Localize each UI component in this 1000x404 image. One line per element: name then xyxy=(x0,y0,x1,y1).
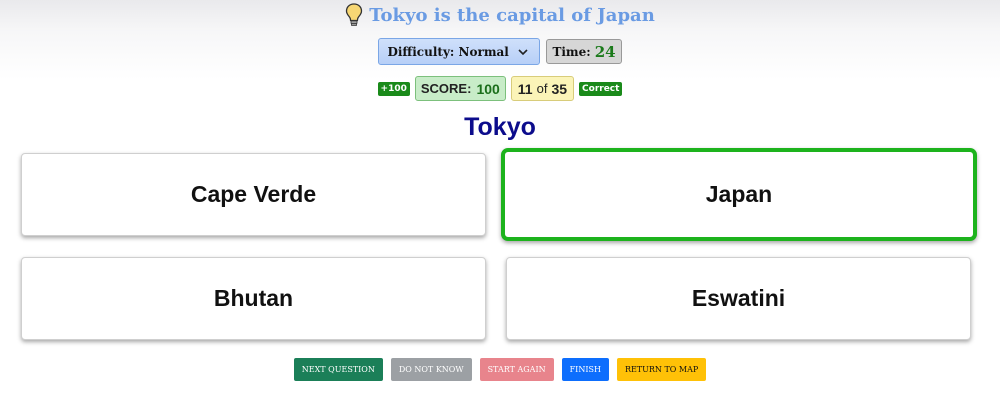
difficulty-select[interactable]: Difficulty: Normal xyxy=(378,38,541,65)
points-gain-badge: +100 xyxy=(377,81,410,96)
progress-current: 11 xyxy=(517,80,533,97)
timer-value: 24 xyxy=(594,42,616,61)
answer-option-1[interactable]: Cape Verde xyxy=(21,153,486,236)
timer-badge: Time: 24 xyxy=(546,39,622,64)
question-progress: 11 of 35 xyxy=(510,76,575,101)
start-again-button[interactable]: Start Again xyxy=(479,358,554,381)
answer-label: Bhutan xyxy=(213,285,294,311)
answer-label: Cape Verde xyxy=(190,181,317,207)
answer-label: Eswatini xyxy=(691,285,786,311)
score-label: SCORE: xyxy=(420,81,472,96)
next-question-button[interactable]: Next Question xyxy=(293,358,383,381)
answer-label: Japan xyxy=(705,181,773,207)
status-row: +100 SCORE: 100 11 of 35 Correct xyxy=(0,76,1000,101)
question-text: Tokyo xyxy=(464,113,536,141)
finish-button[interactable]: Finish xyxy=(561,358,609,381)
score-badge: SCORE: 100 xyxy=(414,76,506,101)
answer-option-2-correct[interactable]: Japan xyxy=(501,148,977,241)
controls-row: Difficulty: Normal Time: 24 xyxy=(0,38,1000,65)
timer-label: Time: xyxy=(552,44,591,59)
progress-of: of xyxy=(536,81,548,96)
header: Tokyo is the capital of Japan xyxy=(0,3,1000,27)
return-to-map-button[interactable]: Return to Map xyxy=(616,358,707,381)
score-value: 100 xyxy=(476,80,500,97)
lightbulb-icon xyxy=(345,3,363,27)
chevron-down-icon xyxy=(517,46,529,58)
difficulty-selected-value: Difficulty: Normal xyxy=(387,44,509,59)
page-title: Tokyo is the capital of Japan xyxy=(369,4,655,26)
action-buttons: Next Question Do Not Know Start Again Fi… xyxy=(0,358,1000,381)
result-badge: Correct xyxy=(579,81,623,96)
answer-option-3[interactable]: Bhutan xyxy=(21,257,486,340)
progress-total: 35 xyxy=(551,80,568,97)
do-not-know-button[interactable]: Do Not Know xyxy=(390,358,472,381)
answer-option-4[interactable]: Eswatini xyxy=(506,257,971,340)
